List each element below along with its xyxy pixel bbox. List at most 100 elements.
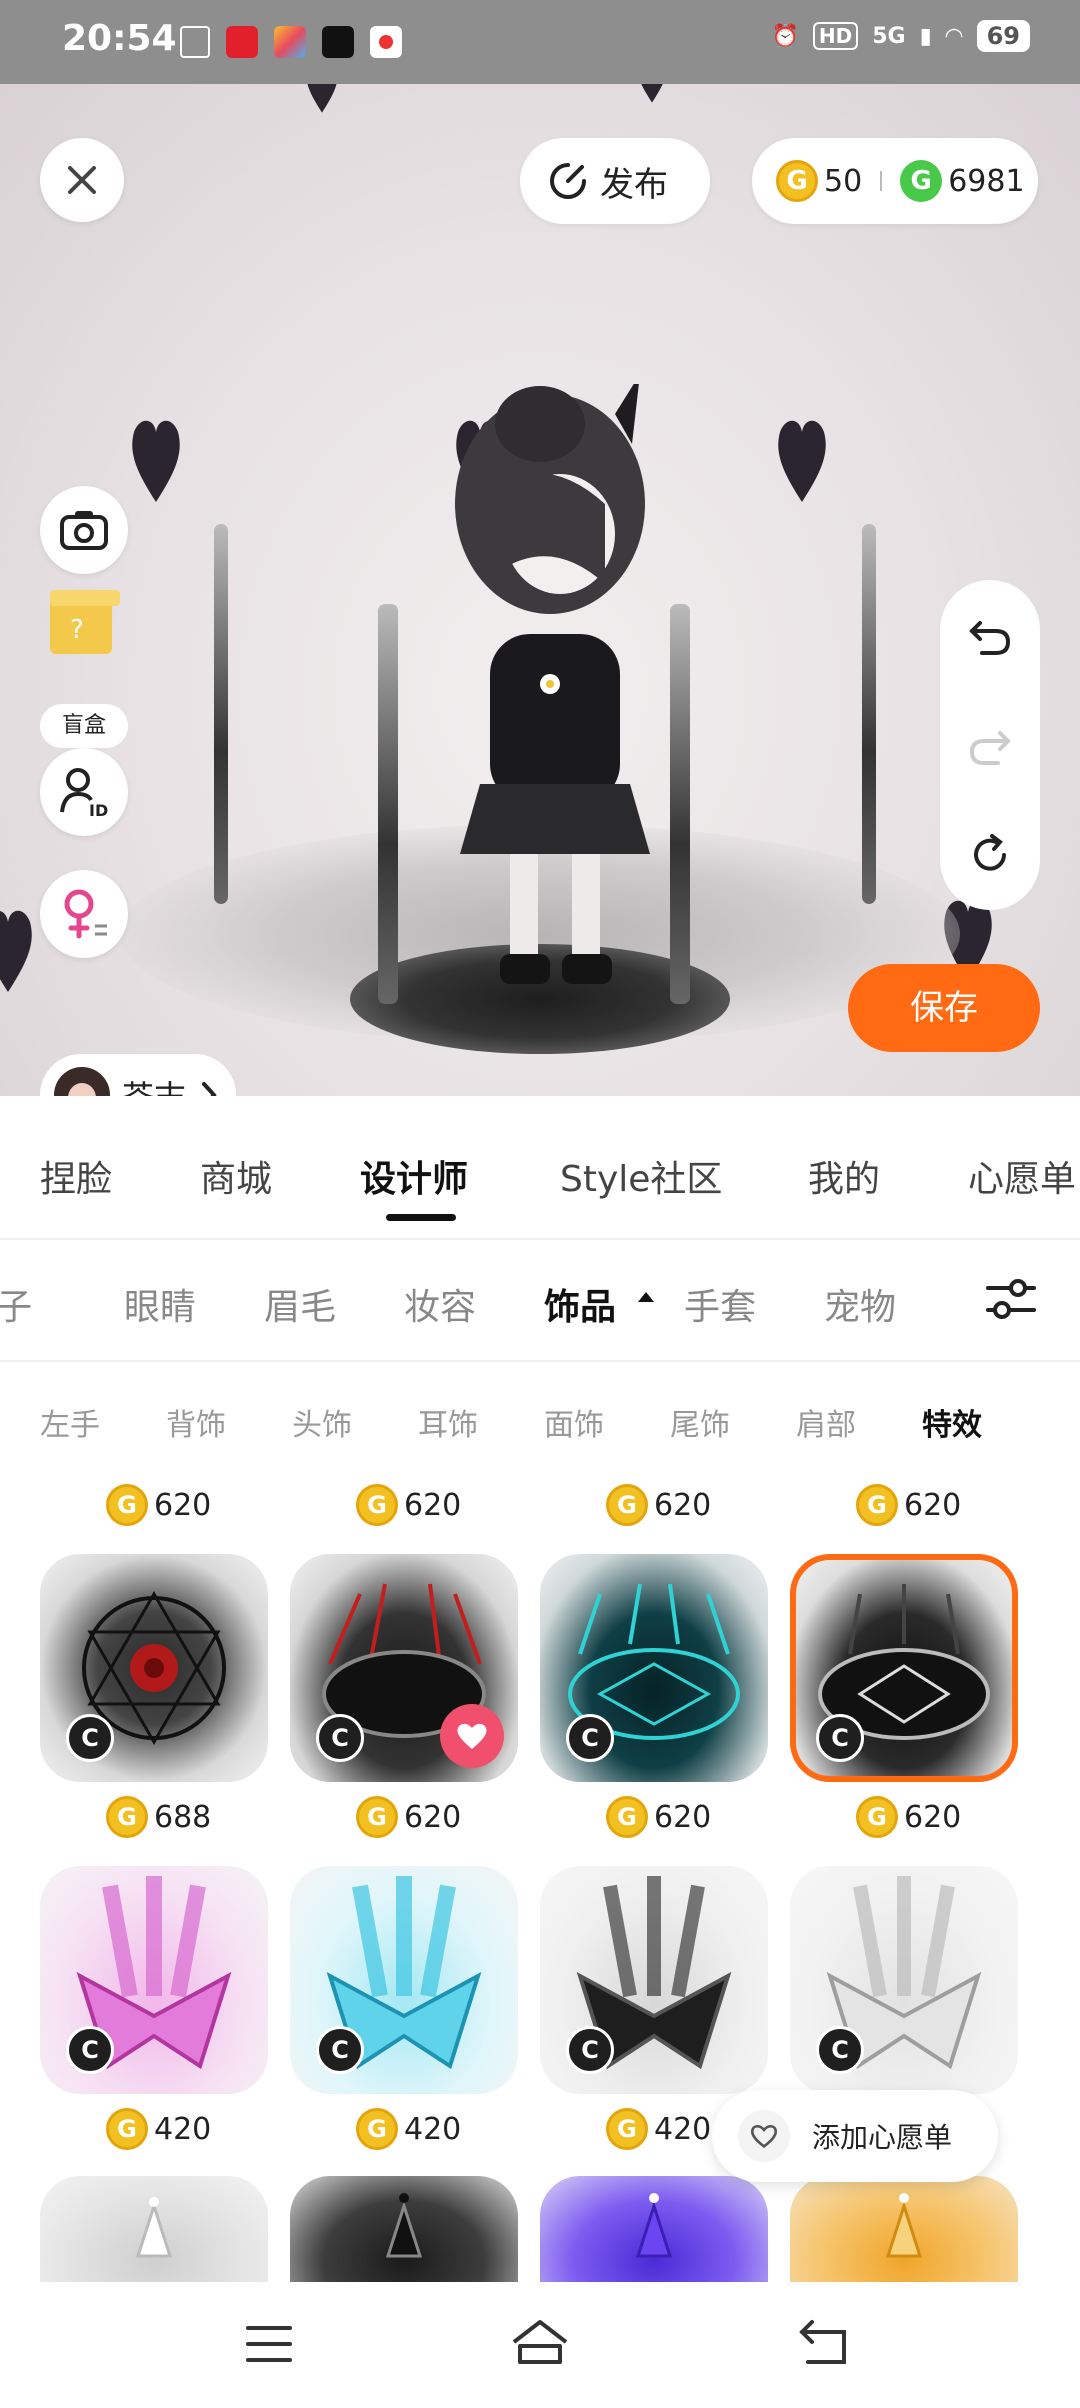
green-coin-amount: 6981 bbox=[948, 163, 1025, 199]
subcategory-ear[interactable]: 耳饰 bbox=[418, 1400, 478, 1444]
undo-icon[interactable] bbox=[968, 613, 1012, 657]
tabs-divider bbox=[0, 1238, 1080, 1240]
price-value: 420 bbox=[154, 2111, 212, 2147]
effect-item-cyan-star[interactable]: C bbox=[290, 1866, 518, 2094]
gold-star-art bbox=[885, 2193, 923, 2258]
gender-switch-button[interactable] bbox=[40, 870, 128, 958]
creator-badge-icon: C bbox=[816, 2026, 864, 2074]
user-id-icon: ID bbox=[60, 768, 108, 818]
publish-button[interactable]: 发布 bbox=[520, 138, 710, 224]
effect-item-silver-star[interactable]: C bbox=[790, 1866, 1018, 2094]
tab-style-community[interactable]: Style社区 bbox=[560, 1150, 722, 1202]
publish-label: 发布 bbox=[600, 164, 668, 205]
category-eyebrows[interactable]: 眉毛 bbox=[264, 1278, 336, 1330]
reset-icon[interactable] bbox=[968, 833, 1012, 877]
effect-item-red-spike[interactable]: C bbox=[290, 1554, 518, 1782]
caret-up-icon bbox=[638, 1292, 654, 1302]
hd-badge: HD bbox=[812, 22, 859, 50]
home-icon[interactable] bbox=[508, 2316, 572, 2368]
subcategory-face[interactable]: 面饰 bbox=[544, 1400, 604, 1444]
creator-badge-icon: C bbox=[66, 2026, 114, 2074]
category-shoes[interactable]: 鞋子 bbox=[0, 1278, 32, 1330]
effect-item-pink-star[interactable]: C bbox=[40, 1866, 268, 2094]
subcategory-back[interactable]: 背饰 bbox=[166, 1400, 226, 1444]
alarm-icon: ⏰ bbox=[771, 23, 799, 49]
currency-balance[interactable]: G 50 G 6981 bbox=[752, 138, 1038, 224]
user-name: 芥末 bbox=[122, 1072, 186, 1096]
effect-item-cyan-circle[interactable]: C bbox=[540, 1554, 768, 1782]
battery-indicator: 69 bbox=[976, 20, 1030, 52]
close-button[interactable] bbox=[40, 138, 124, 222]
tab-wishlist[interactable]: 心愿单 bbox=[968, 1150, 1076, 1202]
category-pets[interactable]: 宠物 bbox=[824, 1278, 896, 1330]
avatar bbox=[54, 1067, 110, 1096]
category-makeup[interactable]: 妆容 bbox=[404, 1278, 476, 1330]
gold-coin-icon: G bbox=[606, 1796, 648, 1838]
gold-coin-amount: 50 bbox=[824, 163, 863, 199]
app-colorful-notification-icon bbox=[274, 26, 306, 58]
effect-item-gold-star[interactable] bbox=[790, 2176, 1018, 2282]
price-value: 688 bbox=[154, 1799, 212, 1835]
category-accessories[interactable]: 饰品 bbox=[544, 1278, 616, 1330]
camera-button[interactable] bbox=[40, 486, 128, 574]
heart-outline-icon bbox=[738, 2110, 790, 2162]
item-price: G 420 bbox=[356, 2108, 461, 2150]
effect-item-purple-star[interactable] bbox=[540, 2176, 768, 2282]
dark-star-art bbox=[385, 2193, 423, 2258]
redo-icon[interactable] bbox=[968, 723, 1012, 767]
creator-badge-icon: C bbox=[816, 1714, 864, 1762]
tab-mine[interactable]: 我的 bbox=[808, 1150, 880, 1202]
main-tabs: 捏脸 商城 设计师 Style社区 我的 心愿单 bbox=[0, 1096, 1080, 1236]
status-icons: ⏰ HD 5G ▮ ◠ 69 bbox=[771, 20, 1030, 52]
user-profile-chip[interactable]: 芥末 bbox=[40, 1054, 236, 1096]
heart-decoration-icon bbox=[778, 420, 826, 502]
blindbox-icon[interactable]: ? bbox=[40, 570, 130, 670]
heart-decoration-icon bbox=[641, 84, 663, 103]
close-icon bbox=[68, 166, 96, 194]
item-price: G 620 bbox=[856, 1484, 961, 1526]
blindbox-label[interactable]: 盲盒 bbox=[40, 704, 128, 748]
back-icon[interactable] bbox=[798, 2318, 852, 2368]
spire-left bbox=[378, 604, 398, 1004]
currency-separator bbox=[880, 171, 883, 191]
favorite-heart-icon[interactable] bbox=[440, 1704, 504, 1768]
item-price: G 620 bbox=[856, 1796, 961, 1838]
tiktok-notification-icon bbox=[322, 26, 354, 58]
green-coin-icon: G bbox=[900, 160, 943, 202]
tab-face[interactable]: 捏脸 bbox=[40, 1150, 112, 1202]
avatar-id-button[interactable]: ID bbox=[40, 748, 128, 836]
item-price: G 620 bbox=[106, 1484, 211, 1526]
item-price: G 620 bbox=[356, 1484, 461, 1526]
effect-item-black-star[interactable]: C bbox=[540, 1866, 768, 2094]
gold-coin-icon: G bbox=[106, 2108, 148, 2150]
item-price: G 620 bbox=[606, 1484, 711, 1526]
heart-decoration-icon bbox=[307, 84, 337, 113]
creator-badge-icon: C bbox=[566, 1714, 614, 1762]
add-to-wishlist-button[interactable]: 添加心愿单 bbox=[712, 2090, 998, 2182]
effect-item-monochrome-circle[interactable]: C bbox=[790, 1554, 1018, 1782]
chevron-right-icon bbox=[202, 1082, 217, 1096]
video-notification-icon bbox=[370, 26, 402, 58]
effect-item-dark-star[interactable] bbox=[290, 2176, 518, 2282]
subcategory-head[interactable]: 头饰 bbox=[292, 1400, 352, 1444]
effect-item-white-star[interactable] bbox=[40, 2176, 268, 2282]
price-value: 620 bbox=[154, 1487, 212, 1523]
tab-mall[interactable]: 商城 bbox=[200, 1150, 272, 1202]
subcategory-tail[interactable]: 尾饰 bbox=[670, 1400, 730, 1444]
menu-icon[interactable] bbox=[244, 2322, 294, 2366]
subcategory-left-hand[interactable]: 左手 bbox=[40, 1400, 100, 1444]
category-eyes[interactable]: 眼睛 bbox=[124, 1278, 196, 1330]
subcategory-effects[interactable]: 特效 bbox=[922, 1400, 982, 1444]
svg-text:ID: ID bbox=[89, 801, 108, 818]
gold-coin-icon: G bbox=[106, 1796, 148, 1838]
doc-notification-icon bbox=[180, 26, 210, 58]
save-button[interactable]: 保存 bbox=[848, 964, 1040, 1052]
price-value: 620 bbox=[654, 1799, 712, 1835]
spire-right-far bbox=[862, 524, 876, 904]
tab-designer[interactable]: 设计师 bbox=[360, 1150, 468, 1202]
creator-badge-icon: C bbox=[316, 2026, 364, 2074]
effect-item-red-eye[interactable]: C bbox=[40, 1554, 268, 1782]
category-gloves[interactable]: 手套 bbox=[684, 1278, 756, 1330]
subcategory-shoulder[interactable]: 肩部 bbox=[796, 1400, 856, 1444]
filter-icon[interactable] bbox=[984, 1276, 1038, 1322]
